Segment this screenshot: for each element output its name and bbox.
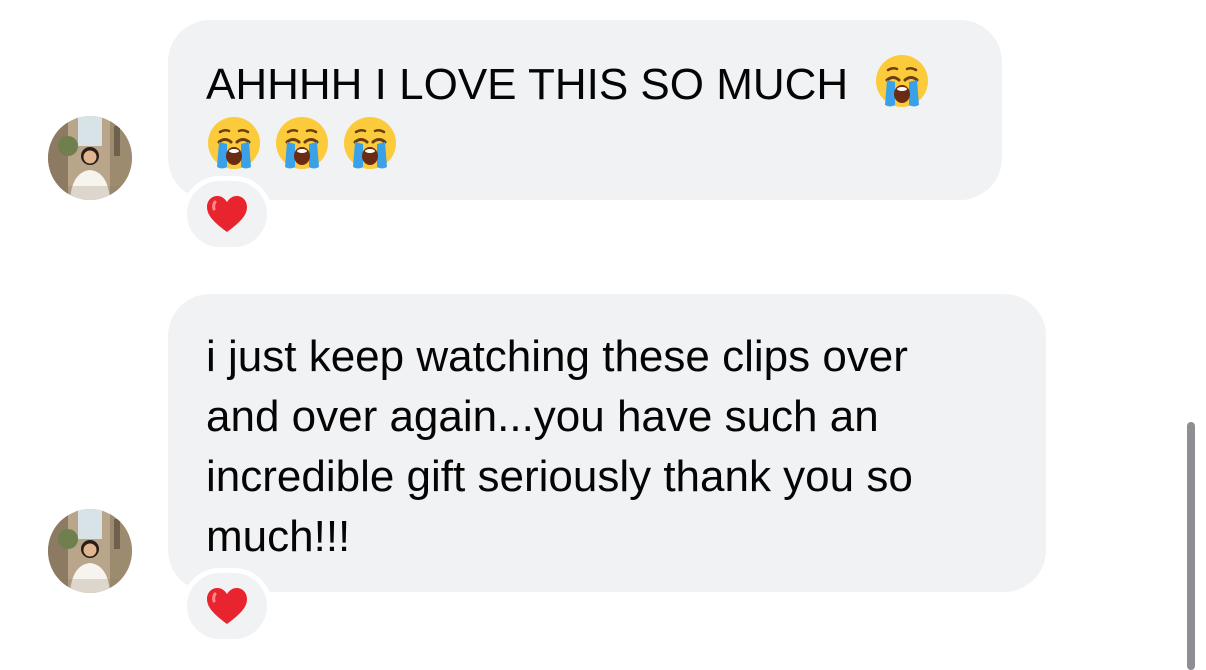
- reaction-badge[interactable]: [182, 176, 272, 252]
- emoji-row: [206, 115, 964, 177]
- red-heart-icon: [205, 194, 249, 234]
- red-heart-icon: [205, 586, 249, 626]
- message-bubble[interactable]: AHHHH I LOVE THIS SO MUCH: [168, 20, 1002, 200]
- message-text: i just keep watching these clips over an…: [206, 332, 913, 561]
- loudly-crying-face-icon: [274, 115, 330, 171]
- reaction-badge[interactable]: [182, 568, 272, 644]
- loudly-crying-face-icon: [342, 115, 398, 171]
- loudly-crying-face-icon: [874, 53, 930, 109]
- chat-thread: AHHHH I LOVE THIS SO MUCH i just keep wa…: [0, 0, 1206, 670]
- scrollbar-thumb[interactable]: [1187, 422, 1195, 670]
- loudly-crying-face-icon: [206, 115, 262, 171]
- message-text: AHHHH I LOVE THIS SO MUCH: [206, 60, 849, 109]
- sender-avatar[interactable]: [48, 509, 132, 593]
- message-bubble[interactable]: i just keep watching these clips over an…: [168, 294, 1046, 592]
- sender-avatar[interactable]: [48, 116, 132, 200]
